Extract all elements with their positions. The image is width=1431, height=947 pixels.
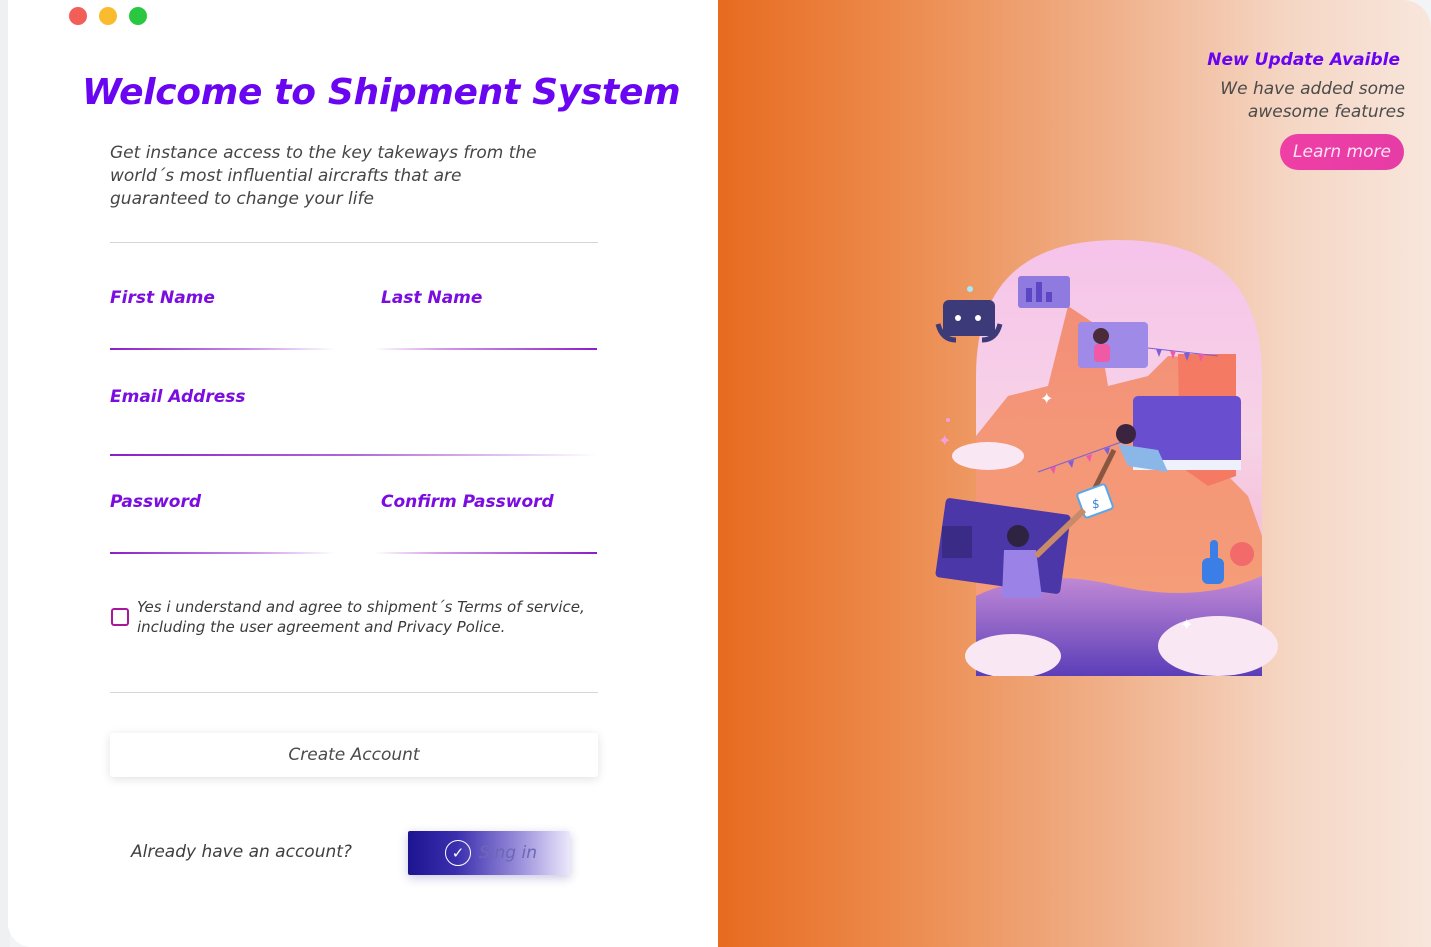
terms-text: Yes i understand and agree to shipment´s… [137, 598, 585, 636]
last-name-underline [374, 348, 597, 350]
last-name-label: Last Name [381, 288, 483, 308]
promo-text: We have added some awesome features [1220, 79, 1405, 122]
top-divider [110, 242, 598, 243]
illustration-image: $ ✦ ✦ ✦ [935, 240, 1278, 676]
terms-checkbox[interactable] [111, 608, 129, 626]
signup-panel: Welcome to Shipment System Get instance … [8, 0, 718, 947]
app-window: Welcome to Shipment System Get instance … [8, 0, 1431, 947]
password-underline [110, 552, 335, 554]
svg-text:✦: ✦ [1180, 615, 1193, 634]
email-underline [110, 454, 598, 456]
svg-text:$: $ [1092, 497, 1100, 511]
sign-in-label: Sing in [479, 843, 537, 863]
confirm-password-input[interactable] [381, 520, 597, 550]
first-name-input[interactable] [110, 316, 332, 346]
first-name-underline [110, 348, 335, 350]
sign-in-button[interactable]: ✓ Sing in [408, 831, 570, 875]
email-input[interactable] [110, 420, 597, 450]
email-label: Email Address [110, 387, 246, 407]
bottom-divider [110, 692, 598, 693]
svg-text:✦: ✦ [938, 431, 951, 450]
password-label: Password [110, 492, 202, 512]
window-controls [69, 7, 147, 25]
learn-more-button[interactable]: Learn more [1280, 134, 1404, 170]
confirm-password-underline [374, 552, 597, 554]
first-name-label: First Name [110, 288, 215, 308]
check-circle-icon: ✓ [445, 840, 471, 866]
minimize-window-button[interactable] [99, 7, 117, 25]
close-window-button[interactable] [69, 7, 87, 25]
maximize-window-button[interactable] [129, 7, 147, 25]
svg-text:✦: ✦ [1040, 389, 1053, 408]
confirm-password-label: Confirm Password [381, 492, 554, 512]
create-account-button[interactable]: Create Account [110, 733, 598, 777]
page-subtitle: Get instance access to the key takeways … [110, 143, 537, 209]
already-have-account-text: Already have an account? [131, 842, 352, 862]
last-name-input[interactable] [381, 316, 597, 346]
password-input[interactable] [110, 520, 332, 550]
promo-title: New Update Avaible [1207, 50, 1400, 70]
page-title: Welcome to Shipment System [82, 72, 681, 113]
promo-panel: New Update Avaible We have added some aw… [718, 0, 1431, 947]
